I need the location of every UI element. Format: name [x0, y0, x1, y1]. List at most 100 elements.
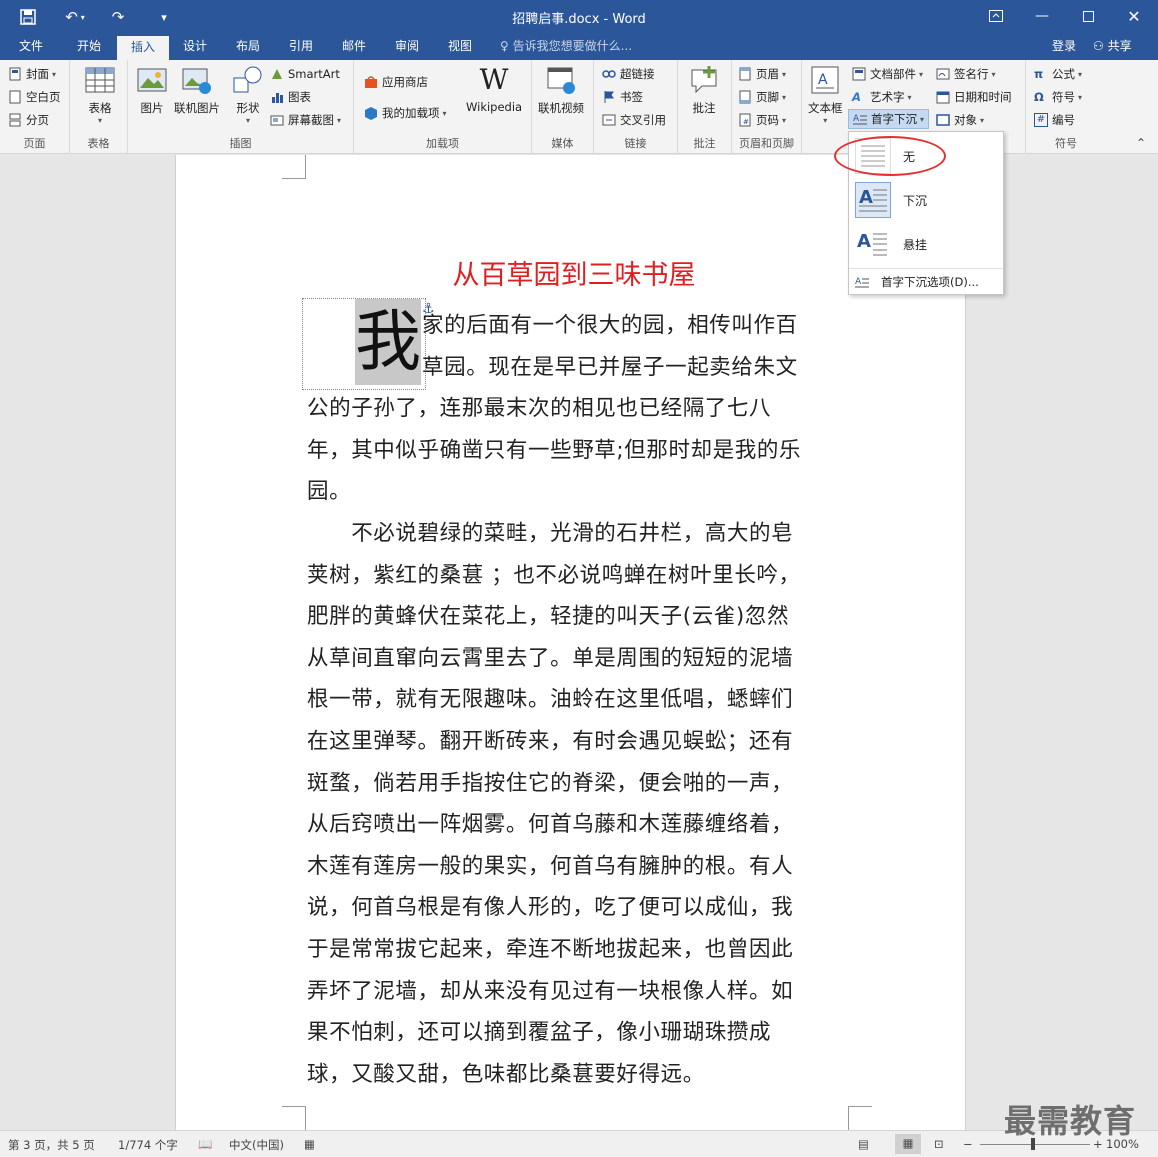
- cover-page-button[interactable]: 封面 ▾: [8, 64, 56, 84]
- text-line: 弄坏了泥墙，却从来没有见过有一块根像人样。如: [307, 978, 794, 1004]
- chart-button[interactable]: 图表: [270, 87, 311, 107]
- close-icon[interactable]: ✕: [1114, 4, 1154, 28]
- hyperlink-button[interactable]: 超链接: [602, 64, 655, 84]
- symbol-button[interactable]: Ω 符号 ▾: [1034, 87, 1082, 107]
- group-label-pages: 页面: [23, 137, 46, 150]
- drop-cap-options-icon: A: [855, 275, 869, 289]
- read-mode-icon[interactable]: ▤: [858, 1137, 869, 1151]
- macro-icon[interactable]: ▦: [304, 1137, 315, 1151]
- page-break-icon: [8, 113, 22, 127]
- textbox-button[interactable]: A 文本框 ▾: [808, 64, 843, 125]
- login-link[interactable]: 登录: [1052, 34, 1076, 60]
- store-label: 应用商店: [382, 75, 428, 89]
- store-button[interactable]: 应用商店: [364, 72, 428, 92]
- web-layout-icon[interactable]: ⊡: [934, 1137, 944, 1151]
- drop-cap-margin-option[interactable]: A 悬挂: [849, 222, 1003, 266]
- wikipedia-button[interactable]: W Wikipedia: [466, 64, 522, 115]
- bookmark-button[interactable]: 书签: [602, 87, 643, 107]
- proofing-icon[interactable]: 📖: [198, 1137, 212, 1151]
- print-layout-icon[interactable]: ▦: [895, 1134, 921, 1154]
- tab-design[interactable]: 设计: [172, 34, 218, 60]
- svg-text:A: A: [818, 72, 828, 88]
- tab-file[interactable]: 文件: [8, 34, 54, 60]
- share-button[interactable]: ⚇ 共享: [1093, 34, 1132, 60]
- collapse-ribbon-icon[interactable]: ⌃: [1136, 136, 1146, 150]
- page-number-icon: #: [738, 113, 752, 127]
- page-count[interactable]: 第 3 页，共 5 页: [8, 1137, 95, 1153]
- tab-review[interactable]: 审阅: [384, 34, 430, 60]
- drop-cap-margin-label: 悬挂: [903, 238, 928, 252]
- drop-cap-options-item[interactable]: A 首字下沉选项(D)...: [849, 272, 1003, 292]
- title-bar: ↶ ▾ ↷ ▾ 招聘启事.docx - Word — ✕: [0, 0, 1158, 34]
- table-icon: [85, 67, 115, 93]
- text-line: 年，其中似乎确凿只有一些野草;但那时却是我的乐: [307, 437, 802, 463]
- screenshot-icon: [270, 113, 284, 127]
- signature-icon: [936, 67, 950, 81]
- tab-home[interactable]: 开始: [64, 34, 114, 60]
- online-picture-button[interactable]: 联机图片: [174, 64, 220, 116]
- crop-mark: [282, 1106, 306, 1130]
- drop-cap-dropped-option[interactable]: A 下沉: [849, 178, 1003, 222]
- table-button[interactable]: 表格 ▾: [84, 64, 116, 125]
- header-label: 页眉: [756, 67, 779, 81]
- text-line: 说，何首乌根是有像人形的，吃了便可以成仙，我: [307, 895, 794, 921]
- online-video-button[interactable]: 联机视频: [538, 64, 584, 116]
- comment-button[interactable]: 批注: [688, 64, 720, 116]
- picture-button[interactable]: 图片: [136, 64, 168, 116]
- page-break-button[interactable]: 分页: [8, 110, 49, 130]
- signature-label: 签名行: [954, 67, 989, 81]
- page-number-button[interactable]: # 页码 ▾: [738, 110, 786, 130]
- ribbon-display-icon[interactable]: [976, 4, 1016, 28]
- signature-line-button[interactable]: 签名行 ▾: [936, 64, 996, 84]
- group-label-tables: 表格: [87, 137, 110, 150]
- text-line: 从后窍喷出一阵烟雾。何首乌藤和木莲藤缠络着，: [307, 812, 794, 838]
- highlight-ring: [834, 136, 946, 176]
- header-button[interactable]: 页眉 ▾: [738, 64, 786, 84]
- number-button[interactable]: # 编号: [1034, 110, 1075, 130]
- symbol-label: 符号: [1052, 90, 1075, 104]
- group-label-addins: 加载项: [426, 137, 459, 150]
- tab-references[interactable]: 引用: [278, 34, 324, 60]
- language[interactable]: 中文(中国): [229, 1137, 284, 1153]
- footer-button[interactable]: 页脚 ▾: [738, 87, 786, 107]
- ribbon-tabs: 文件 开始 插入 设计 布局 引用 邮件 审阅 视图 ♀ 告诉我您想要做什么..…: [0, 34, 1158, 60]
- drop-cap-button[interactable]: A 首字下沉 ▾: [848, 109, 930, 129]
- screenshot-button[interactable]: 屏幕截图 ▾: [270, 110, 341, 130]
- smartart-label: SmartArt: [288, 67, 340, 81]
- document-page[interactable]: 从百草园到三味书屋 我 ⚓ 家的后面有一个很大的园，相传叫作百 草园。现在是早已…: [175, 155, 966, 1130]
- smartart-icon: [270, 67, 284, 81]
- blank-page-label: 空白页: [26, 90, 61, 104]
- word-count[interactable]: 1/774 个字: [118, 1137, 178, 1153]
- text-line: 公的子孙了，连那最末次的相见也已经隔了七八: [307, 396, 772, 422]
- cross-reference-button[interactable]: 交叉引用: [602, 110, 666, 130]
- tab-mailings[interactable]: 邮件: [331, 34, 377, 60]
- drop-cap-options-label: 首字下沉选项(D)...: [881, 275, 979, 289]
- tab-layout[interactable]: 布局: [225, 34, 271, 60]
- svg-text:A: A: [857, 231, 871, 252]
- zoom-out-icon[interactable]: −: [963, 1137, 973, 1151]
- wordart-button[interactable]: A 艺术字 ▾: [852, 87, 912, 107]
- tell-me-search[interactable]: ♀ 告诉我您想要做什么...: [500, 34, 632, 60]
- blank-page-button[interactable]: 空白页: [8, 87, 61, 107]
- group-symbols: π 公式 ▾ Ω 符号 ▾ # 编号 符号: [1026, 60, 1106, 154]
- my-addins-button[interactable]: 我的加载项 ▾: [364, 103, 447, 123]
- comment-icon: [691, 66, 717, 94]
- zoom-slider[interactable]: [980, 1144, 1090, 1145]
- minimize-icon[interactable]: —: [1022, 4, 1062, 28]
- chart-label: 图表: [288, 90, 311, 104]
- maximize-icon[interactable]: [1068, 4, 1108, 28]
- group-label-comments: 批注: [693, 137, 716, 150]
- cross-reference-icon: [602, 113, 616, 127]
- quick-parts-button[interactable]: 文档部件 ▾: [852, 64, 923, 84]
- page-break-label: 分页: [26, 113, 49, 127]
- tab-view[interactable]: 视图: [437, 34, 483, 60]
- date-time-button[interactable]: 日期和时间: [936, 87, 1012, 107]
- smartart-button[interactable]: SmartArt: [270, 64, 340, 84]
- page-number-label: 页码: [756, 113, 779, 127]
- group-links: 超链接 书签 交叉引用 链接: [594, 60, 678, 154]
- drop-cap-icon: A: [853, 112, 867, 126]
- object-button[interactable]: 对象 ▾: [936, 110, 984, 130]
- equation-button[interactable]: π 公式 ▾: [1034, 64, 1082, 84]
- shapes-button[interactable]: 形状 ▾: [232, 64, 264, 125]
- tab-insert[interactable]: 插入: [117, 36, 169, 60]
